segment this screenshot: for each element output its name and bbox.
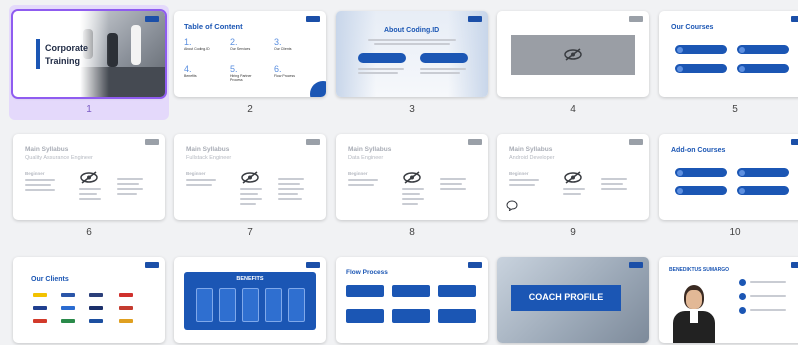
slide-11-thumbnail[interactable]: Our Clients [13,257,165,343]
slide-number: 4 [570,104,576,115]
logo-icon [629,262,643,268]
logo-icon [306,139,320,145]
slide-title: Main Syllabus [186,146,230,153]
slide-15-thumbnail[interactable]: BENEDIKTUS SUMARGO [659,257,798,343]
slide-3-thumbnail[interactable]: About Coding.ID [336,11,488,97]
hidden-eye-icon [403,171,421,184]
logo-icon [306,16,320,22]
slide-number: 5 [732,104,738,115]
slide-title: Table of Content [184,22,243,31]
slide-number: 8 [409,227,415,238]
course-pill [737,186,789,195]
logo-icon [145,139,159,145]
logo-icon [791,139,798,145]
toc-item: 3. Our Clients [274,37,292,51]
section-label: Beginner [509,171,529,176]
slide-6-thumbnail[interactable]: Main Syllabus Quality Assurance Engineer… [13,134,165,220]
slide-subtitle: Quality Assurance Engineer [25,155,93,161]
course-pill [675,186,727,195]
course-pill [737,45,789,54]
coach-profile-banner: COACH PROFILE [511,285,621,311]
slide-number: 7 [247,227,253,238]
slide-8-thumbnail[interactable]: Main Syllabus Data Engineer Beginner [336,134,488,220]
slide-number: 9 [570,227,576,238]
slide-9-thumbnail[interactable]: Main Syllabus Android Developer Beginner [497,134,649,220]
slide-title: About Coding.ID [384,27,440,34]
slide-7-thumbnail[interactable]: Main Syllabus Fullstack Engineer Beginne… [174,134,326,220]
slide-13-thumbnail[interactable]: Flow Process [336,257,488,343]
toc-item: 5. Hiring Partner Process [230,64,252,82]
slide-number: 10 [729,227,741,238]
logo-icon [791,262,798,268]
hidden-eye-icon [80,171,98,184]
slide-title: Main Syllabus [509,146,553,153]
slide-10-thumbnail[interactable]: Add-on Courses [659,134,798,220]
hidden-eye-icon [564,171,582,184]
slide-number: 1 [86,104,92,115]
logo-icon [145,262,159,268]
slide-title: Main Syllabus [348,146,392,153]
slide-title: Flow Process [346,269,388,276]
course-pill [675,64,727,73]
slide-1-thumbnail[interactable]: Corporate Training [11,9,167,99]
logo-icon [468,139,482,145]
logo-icon [791,16,798,22]
course-pill [675,45,727,54]
toc-item: 4. Benefits [184,64,197,78]
slide-title: BENEFITS [236,276,264,282]
hidden-eye-icon [241,171,259,184]
logo-icon [629,139,643,145]
logo-icon [306,262,320,268]
course-pill [675,168,727,177]
slide-title-line2: Training [45,56,81,66]
slide-5-thumbnail[interactable]: Our Courses [659,11,798,97]
section-label: Beginner [348,171,368,176]
course-pill [737,168,789,177]
slide-subtitle: Fullstack Engineer [186,155,232,161]
toc-item: 6. Flow Process [274,64,296,78]
slide-4-thumbnail[interactable] [497,11,649,97]
slide-title: Main Syllabus [25,146,69,153]
slide-12-thumbnail[interactable]: BENEFITS [174,257,326,343]
slide-title: Add-on Courses [671,147,726,154]
slide-title: BENEDIKTUS SUMARGO [669,267,730,273]
slide-subtitle: Data Engineer [348,155,384,161]
coach-photo [669,281,719,343]
slide-14-thumbnail[interactable]: COACH PROFILE [497,257,649,343]
section-label: Beginner [186,171,206,176]
toc-item: 1. About Coding.ID [184,37,210,51]
slide-title: Corporate [45,43,89,53]
section-label: Beginner [25,171,45,176]
logo-icon [145,16,159,22]
benefits-panel: BENEFITS [184,272,316,330]
course-pill [737,64,789,73]
slide-title: COACH PROFILE [528,292,604,302]
comment-icon[interactable] [506,200,518,211]
logo-icon [468,16,482,22]
logo-icon [629,16,643,22]
slide-number: 2 [247,104,253,115]
slide-title: Our Courses [671,24,714,31]
hidden-eye-icon [564,48,582,61]
slide-title: Our Clients [31,276,69,283]
logo-icon [468,262,482,268]
slide-number: 3 [409,104,415,115]
slide-number: 6 [86,227,92,238]
slide-subtitle: Android Developer [509,155,555,161]
toc-item: 2. Our Services [230,37,251,51]
slide-2-thumbnail[interactable]: Table of Content 1. About Coding.ID 2. O… [174,11,326,97]
slide-sorter-grid: Corporate Training 1 Table of Content 1.… [0,0,798,345]
